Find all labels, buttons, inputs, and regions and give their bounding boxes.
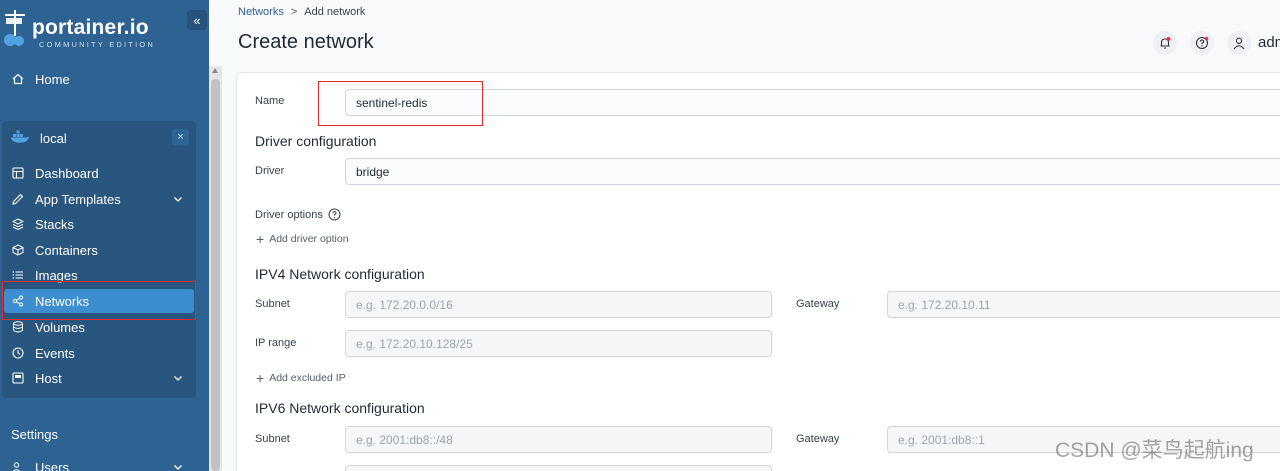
- sidebar-item-events[interactable]: Events: [0, 341, 196, 365]
- breadcrumb-current: Add network: [304, 6, 366, 18]
- plus-icon: +: [256, 231, 265, 247]
- environment-header[interactable]: local: [10, 129, 67, 147]
- clock-icon: [11, 346, 25, 360]
- page-title: Create network: [238, 31, 374, 53]
- ipv4-heading: IPV4 Network configuration: [255, 266, 425, 282]
- sidebar-item-label: Dashboard: [35, 165, 99, 181]
- sidebar-item-users[interactable]: Users: [0, 455, 196, 471]
- chevrons-left-icon: «: [193, 12, 201, 28]
- chevron-down-icon: [174, 197, 182, 202]
- dashboard-icon: [11, 166, 25, 180]
- close-icon: ×: [177, 131, 184, 143]
- add-driver-option-label: Add driver option: [269, 233, 349, 245]
- breadcrumb-networks-link[interactable]: Networks: [238, 6, 284, 18]
- notifications-button[interactable]: [1153, 31, 1177, 55]
- list-icon: [11, 268, 25, 282]
- sidebar-item-label: Stacks: [35, 216, 75, 232]
- sidebar-item-home[interactable]: Home: [0, 67, 70, 91]
- box-icon: [11, 243, 25, 257]
- environment-close-button[interactable]: ×: [172, 129, 189, 145]
- chevron-down-icon: [174, 465, 182, 470]
- sidebar-scrollbar-thumb[interactable]: [211, 79, 220, 471]
- ipv4-gateway-label: Gateway: [796, 298, 840, 310]
- driver-configuration-heading: Driver configuration: [255, 133, 377, 149]
- sidebar-item-label: App Templates: [35, 191, 121, 207]
- scroll-up-arrow-icon[interactable]: [212, 68, 218, 73]
- sidebar-item-label: Volumes: [35, 319, 85, 335]
- sidebar: portainer.io COMMUNITY EDITION « Home lo…: [0, 0, 209, 471]
- driver-input[interactable]: bridge: [345, 158, 1280, 185]
- home-icon: [11, 72, 25, 86]
- ipv6-heading: IPV6 Network configuration: [255, 400, 425, 416]
- users-icon: [11, 460, 25, 471]
- settings-section-label: Settings: [11, 427, 58, 442]
- sidebar-item-host[interactable]: Host: [0, 366, 196, 390]
- watermark: CSDN @菜鸟起航ing: [1055, 439, 1254, 462]
- bell-icon: [1160, 37, 1171, 49]
- user-icon: [1233, 37, 1245, 50]
- help-icon[interactable]: [328, 208, 341, 221]
- ipv4-subnet-label: Subnet: [255, 298, 290, 310]
- sidebar-item-app-templates[interactable]: App Templates: [0, 187, 196, 211]
- ipv6-gateway-label: Gateway: [796, 433, 840, 445]
- database-icon: [11, 320, 25, 334]
- portainer-logo-icon: [4, 10, 25, 46]
- breadcrumb: Networks > Add network: [238, 6, 365, 18]
- sidebar-item-volumes[interactable]: Volumes: [0, 315, 196, 339]
- sidebar-item-stacks[interactable]: Stacks: [0, 212, 196, 236]
- chevron-down-icon: [174, 376, 182, 381]
- help-icon: [1195, 36, 1209, 50]
- breadcrumb-separator: >: [290, 6, 298, 18]
- ipv4-iprange-input[interactable]: e.g. 172.20.10.128/25: [345, 330, 772, 357]
- ipv4-gateway-input[interactable]: e.g. 172.20.10.11: [887, 291, 1280, 318]
- host-icon: [11, 371, 25, 385]
- username[interactable]: adm: [1258, 34, 1280, 51]
- highlight-box: [318, 81, 483, 126]
- sidebar-item-label: Containers: [35, 242, 98, 258]
- ipv4-subnet-input[interactable]: e.g. 172.20.0.0/16: [345, 291, 772, 318]
- sidebar-item-containers[interactable]: Containers: [0, 238, 196, 262]
- name-label: Name: [255, 95, 285, 107]
- sidebar-item-label: Home: [35, 71, 70, 87]
- user-menu-button[interactable]: [1227, 31, 1251, 55]
- add-excluded-ip-button[interactable]: + Add excluded IP: [256, 370, 346, 386]
- environment-name: local: [40, 130, 67, 146]
- portainer-logo[interactable]: portainer.io COMMUNITY EDITION: [0, 6, 180, 50]
- add-driver-option-button[interactable]: + Add driver option: [256, 231, 349, 247]
- driver-label: Driver: [255, 165, 285, 177]
- sidebar-item-label: Host: [35, 370, 62, 386]
- sidebar-item-label: Users: [35, 459, 69, 471]
- ipv6-subnet-label: Subnet: [255, 433, 290, 445]
- help-button[interactable]: [1190, 31, 1214, 55]
- logo-text: portainer.io: [32, 16, 149, 39]
- ipv6-subnet-input[interactable]: e.g. 2001:db8::/48: [345, 426, 772, 453]
- plus-icon: +: [256, 370, 265, 386]
- driver-options-label: Driver options: [255, 208, 341, 221]
- edit-icon: [11, 192, 25, 206]
- collapse-sidebar-button[interactable]: «: [187, 10, 207, 30]
- name-input[interactable]: sentinel-redis: [345, 89, 1280, 116]
- sidebar-item-dashboard[interactable]: Dashboard: [0, 161, 196, 185]
- sidebar-item-label: Events: [35, 345, 75, 361]
- add-excluded-ip-label: Add excluded IP: [269, 372, 346, 384]
- docker-icon: [10, 130, 30, 147]
- logo-subtitle: COMMUNITY EDITION: [39, 40, 156, 49]
- layers-icon: [11, 217, 25, 231]
- ipv6-iprange-input[interactable]: [345, 465, 772, 471]
- ipv4-iprange-label: IP range: [255, 337, 297, 349]
- driver-options-text: Driver options: [255, 208, 323, 221]
